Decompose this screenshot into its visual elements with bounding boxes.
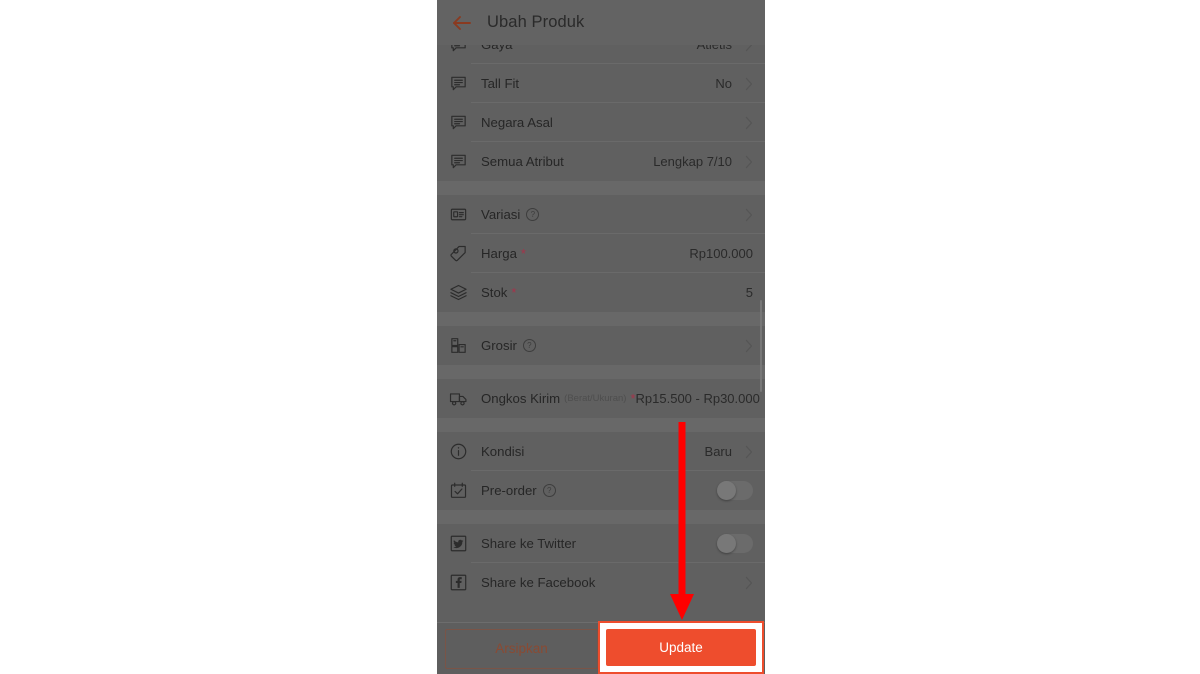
form-row-value: 5 — [745, 285, 753, 300]
archive-button[interactable]: Arsipkan — [445, 628, 598, 669]
help-icon[interactable]: ? — [526, 208, 540, 221]
form-row-label: Kondisi — [481, 444, 524, 459]
form-row-label: Stok * — [481, 285, 516, 300]
form-row-label: Semua Atribut — [481, 154, 564, 169]
toggle-switch[interactable] — [717, 534, 753, 553]
page-title: Ubah Produk — [487, 13, 585, 31]
twitter-icon — [449, 534, 468, 553]
section-gap — [437, 510, 765, 524]
label-text: Share ke Facebook — [481, 575, 596, 590]
form-row[interactable]: Share ke Facebook — [437, 563, 765, 602]
form-row-value: No — [715, 76, 732, 91]
form-row-label: Ongkos Kirim (Berat/Ukuran) * — [481, 391, 636, 406]
form-row-value: Lengkap 7/10 — [653, 154, 732, 169]
attribute-bubble-icon — [449, 113, 468, 132]
form-row[interactable]: Harga * Rp100.000 — [437, 234, 765, 273]
price-tag-icon — [449, 244, 468, 263]
chevron-right-icon — [739, 116, 753, 130]
facebook-icon — [449, 573, 468, 592]
label-text: Harga — [481, 246, 517, 261]
toggle-switch[interactable] — [717, 481, 753, 500]
form-row[interactable]: Share ke Twitter — [437, 524, 765, 563]
section-pricing: Variasi? Harga * Rp100.000 Stok * 5 — [437, 195, 765, 312]
chevron-right-icon — [739, 576, 753, 590]
chevron-right-icon — [739, 339, 753, 353]
section-share: Share ke Twitter Share ke Facebook — [437, 524, 765, 602]
label-text: Negara Asal — [481, 115, 553, 130]
form-row[interactable]: Semua Atribut Lengkap 7/10 — [437, 142, 765, 181]
form-row-label: Share ke Facebook — [481, 575, 595, 590]
attribute-bubble-icon — [449, 74, 468, 93]
label-text: Share ke Twitter — [481, 536, 577, 551]
form-row-sublabel: (Berat/Ukuran) — [564, 393, 627, 404]
update-button-highlight: Update — [598, 621, 764, 674]
form-row[interactable]: Negara Asal — [437, 103, 765, 142]
label-text: Semua Atribut — [481, 154, 564, 169]
label-text: Grosir — [481, 338, 517, 353]
app-header: Ubah Produk — [437, 0, 765, 45]
required-marker: * — [520, 246, 526, 261]
toggle-knob — [717, 481, 736, 500]
section-gap — [437, 312, 765, 326]
section-shipping: Ongkos Kirim (Berat/Ukuran) * Rp15.500 - Rp… — [437, 379, 765, 418]
info-circle-icon — [449, 442, 468, 461]
form-row[interactable]: Grosir? — [437, 326, 765, 365]
label-text: Ongkos Kirim — [481, 391, 561, 406]
form-row-value: Baru — [704, 444, 732, 459]
back-arrow-icon[interactable] — [449, 10, 475, 36]
label-text: Variasi — [481, 207, 521, 222]
form-row[interactable]: Kondisi Baru — [437, 432, 765, 471]
form-row-label: Harga * — [481, 246, 526, 261]
form-row[interactable]: Stok * 5 — [437, 273, 765, 312]
form-row-label: Variasi? — [481, 207, 540, 222]
product-form-list[interactable]: Panjang CelanaPanjangGayaAtletisTall Fit… — [437, 0, 765, 609]
shipping-truck-icon — [449, 389, 468, 408]
section-wholesale: Grosir? — [437, 326, 765, 365]
form-row[interactable]: Tall Fit No — [437, 64, 765, 103]
section-condition: Kondisi Baru Pre-order? — [437, 432, 765, 510]
chevron-right-icon — [739, 445, 753, 459]
toggle-knob — [717, 534, 736, 553]
chevron-right-icon — [739, 155, 753, 169]
label-text: Pre-order — [481, 483, 537, 498]
form-row-label: Tall Fit — [481, 76, 519, 91]
chevron-right-icon — [739, 208, 753, 222]
help-icon[interactable]: ? — [522, 339, 536, 352]
label-text: Kondisi — [481, 444, 525, 459]
form-row[interactable]: Pre-order? — [437, 471, 765, 510]
phone-screen: Panjang CelanaPanjangGayaAtletisTall Fit… — [437, 0, 765, 674]
form-row-label: Share ke Twitter — [481, 536, 576, 551]
label-text: Tall Fit — [481, 76, 520, 91]
help-icon[interactable]: ? — [542, 484, 556, 497]
required-marker: * — [511, 285, 517, 300]
label-text: Stok — [481, 285, 508, 300]
section-gap — [437, 365, 765, 379]
wholesale-boxes-icon — [449, 336, 468, 355]
form-row-label: Grosir? — [481, 338, 536, 353]
section-gap — [437, 181, 765, 195]
form-row-value: Rp15.500 - Rp30.000 — [635, 391, 760, 406]
form-row-value: Rp100.000 — [689, 246, 753, 261]
form-row[interactable]: Ongkos Kirim (Berat/Ukuran) * Rp15.500 - Rp… — [437, 379, 765, 418]
chevron-right-icon — [739, 77, 753, 91]
stock-layers-icon — [449, 283, 468, 302]
form-row-label: Pre-order? — [481, 483, 556, 498]
form-row[interactable]: Variasi? — [437, 195, 765, 234]
form-row-label: Negara Asal — [481, 115, 553, 130]
attribute-bubble-icon — [449, 152, 468, 171]
calendar-check-icon — [449, 481, 468, 500]
scrollbar-thumb[interactable] — [760, 300, 762, 392]
variation-card-icon — [449, 205, 468, 224]
update-button-highlighted[interactable]: Update — [606, 629, 756, 666]
section-gap — [437, 418, 765, 432]
